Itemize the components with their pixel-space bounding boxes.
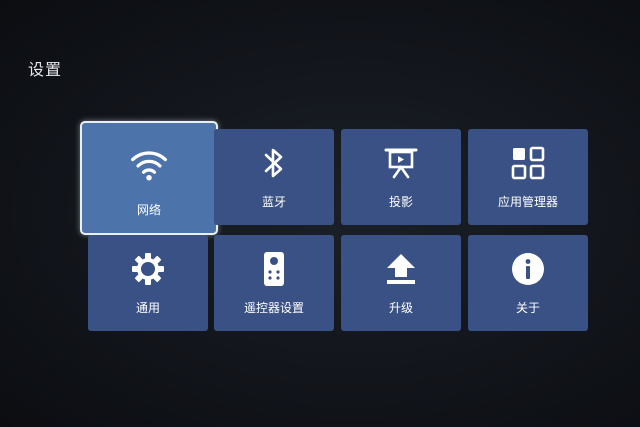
tile-bluetooth[interactable]: 蓝牙	[214, 129, 334, 225]
tile-projection[interactable]: 投影	[341, 129, 461, 225]
tile-remote-settings[interactable]: 遥控器设置	[214, 235, 334, 331]
gear-icon	[128, 249, 168, 289]
tile-network[interactable]: 网络	[80, 121, 218, 235]
bluetooth-icon	[254, 143, 294, 183]
info-icon	[508, 249, 548, 289]
tile-general[interactable]: 通用	[88, 235, 208, 331]
app-grid-icon	[508, 143, 548, 183]
page-title: 设置	[28, 60, 63, 79]
tile-app-manager[interactable]: 应用管理器	[468, 129, 588, 225]
tile-upgrade[interactable]: 升级	[341, 235, 461, 331]
tile-label: 蓝牙	[261, 195, 286, 209]
tile-label: 遥控器设置	[243, 301, 304, 315]
tile-label: 投影	[388, 195, 413, 209]
tile-label: 网络	[136, 203, 161, 217]
remote-control-icon	[254, 249, 294, 289]
tile-label: 升级	[388, 301, 413, 315]
upload-arrow-icon	[381, 249, 421, 289]
tile-label: 关于	[515, 301, 540, 315]
tile-about[interactable]: 关于	[468, 235, 588, 331]
wifi-icon	[129, 145, 169, 185]
projection-screen-icon	[381, 143, 421, 183]
tile-label: 通用	[135, 301, 160, 315]
tile-label: 应用管理器	[497, 195, 558, 209]
